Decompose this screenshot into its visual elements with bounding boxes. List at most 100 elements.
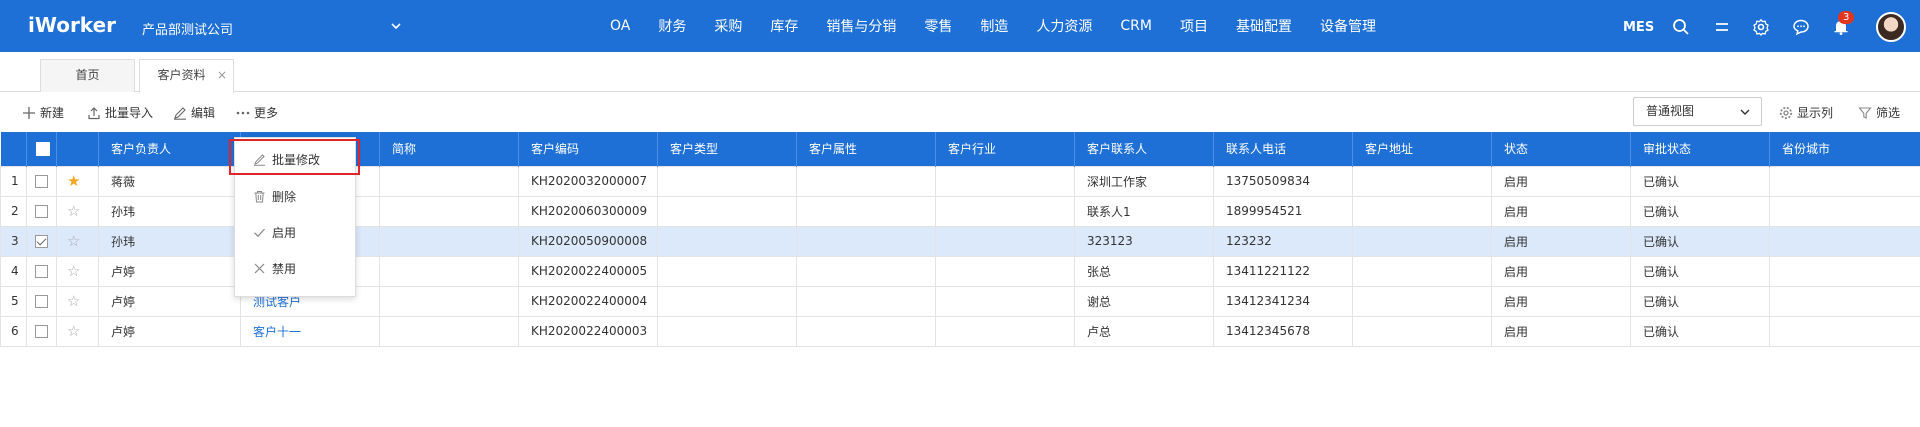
trash-icon: [254, 190, 265, 202]
gear-icon[interactable]: [1752, 18, 1770, 36]
cell-contact: 谢总: [1074, 285, 1214, 317]
star-icon[interactable]: ☆: [67, 262, 80, 280]
column-header[interactable]: 客户类型: [657, 132, 797, 166]
cell-empty: [1352, 195, 1492, 227]
star-icon[interactable]: ★: [67, 172, 80, 190]
column-header[interactable]: 省份城市: [1769, 132, 1920, 166]
column-header[interactable]: 简称: [379, 132, 519, 166]
batch-import-label: 批量导入: [105, 106, 154, 120]
cell-empty: [796, 285, 936, 317]
more-button[interactable]: 更多: [236, 104, 278, 121]
company-selector-label[interactable]: 产品部测试公司: [142, 19, 233, 38]
close-icon[interactable]: ×: [217, 60, 227, 91]
mes-link[interactable]: MES: [1623, 20, 1654, 35]
nav-item[interactable]: 零售: [910, 16, 966, 36]
cell-empty: [657, 255, 797, 287]
cell-empty: [1769, 285, 1920, 317]
tab-home[interactable]: 首页: [40, 59, 135, 92]
chevron-down-icon[interactable]: [390, 20, 402, 32]
column-header[interactable]: 客户行业: [935, 132, 1075, 166]
select-all-checkbox[interactable]: [36, 142, 50, 156]
menu-item-enable[interactable]: 启用: [235, 217, 355, 247]
star-icon[interactable]: ☆: [67, 292, 80, 310]
row-number: 1: [0, 165, 27, 197]
nav-item[interactable]: 库存: [756, 16, 812, 36]
cell-empty: [1352, 285, 1492, 317]
nav-item[interactable]: CRM: [1106, 18, 1166, 34]
select-all-header: [26, 132, 57, 166]
nav-item[interactable]: 基础配置: [1222, 16, 1306, 36]
cell-empty: [379, 165, 519, 197]
cell-empty: [379, 195, 519, 227]
customer-name-link[interactable]: 客户十一: [253, 325, 301, 339]
column-header[interactable]: 客户地址: [1352, 132, 1492, 166]
app-logo[interactable]: iWorker: [28, 13, 116, 37]
import-icon: [88, 106, 100, 119]
batch-import-button[interactable]: 批量导入: [87, 104, 153, 121]
row-checkbox[interactable]: [35, 265, 48, 278]
row-checkbox[interactable]: [35, 325, 48, 338]
nav-item[interactable]: 设备管理: [1306, 16, 1390, 36]
cell-empty: [935, 195, 1075, 227]
view-select[interactable]: 普通视图: [1633, 97, 1762, 126]
display-columns-button[interactable]: 显示列: [1779, 104, 1833, 121]
menu-item-delete[interactable]: 删除: [235, 181, 355, 211]
toolbar: 新建 批量导入 编辑 更多 显示列 筛选: [0, 92, 1920, 132]
cell-owner: 孙玮: [98, 195, 241, 227]
column-header[interactable]: 客户属性: [796, 132, 936, 166]
cell-empty: [796, 195, 936, 227]
column-header[interactable]: 客户编码: [518, 132, 658, 166]
row-checkbox[interactable]: [35, 235, 48, 248]
filter-button[interactable]: 筛选: [1858, 104, 1900, 121]
menu-item-disable[interactable]: 禁用: [235, 253, 355, 283]
column-header[interactable]: 状态: [1491, 132, 1631, 166]
cell-code: KH2020022400005: [518, 255, 658, 287]
row-checkbox[interactable]: [35, 205, 48, 218]
nav-item[interactable]: 人力资源: [1022, 16, 1106, 36]
row-checkbox[interactable]: [35, 175, 48, 188]
menu-icon[interactable]: [1713, 18, 1731, 36]
star-icon[interactable]: ☆: [67, 202, 80, 220]
nav-item[interactable]: 制造: [966, 16, 1022, 36]
star-header: [56, 132, 99, 166]
edit-button[interactable]: 编辑: [173, 104, 215, 121]
cell-empty: [796, 165, 936, 197]
row-checkbox-cell: [26, 315, 57, 347]
nav-item[interactable]: 采购: [700, 16, 756, 36]
cell-empty: [379, 285, 519, 317]
cell-phone: 123232: [1213, 225, 1353, 257]
star-icon[interactable]: ☆: [67, 322, 80, 340]
star-icon[interactable]: ☆: [67, 232, 80, 250]
cell-empty: [657, 225, 797, 257]
star-cell: ★: [56, 165, 99, 197]
column-header[interactable]: 客户负责人: [98, 132, 241, 166]
nav-item[interactable]: OA: [596, 18, 644, 34]
view-select-value: 普通视图: [1646, 104, 1695, 118]
cell-contact: 323123: [1074, 225, 1214, 257]
tab-customer-info[interactable]: 客户资料 ×: [139, 59, 234, 93]
table-row[interactable]: 6 ☆ 卢婷 客户十一 KH2020022400003 卢总 13412345678 启用 已确…: [0, 315, 1920, 347]
cell-contact: 卢总: [1074, 315, 1214, 347]
star-cell: ☆: [56, 315, 99, 347]
column-header[interactable]: 审批状态: [1630, 132, 1770, 166]
cell-empty: [379, 255, 519, 287]
chat-icon[interactable]: [1792, 18, 1810, 36]
cell-code: KH2020022400003: [518, 315, 658, 347]
row-checkbox[interactable]: [35, 295, 48, 308]
star-cell: ☆: [56, 195, 99, 227]
column-header[interactable]: 客户联系人: [1074, 132, 1214, 166]
tab-label: 首页: [75, 68, 100, 82]
search-icon[interactable]: [1672, 18, 1690, 36]
nav-item[interactable]: 销售与分销: [812, 16, 910, 36]
new-button[interactable]: 新建: [22, 104, 64, 121]
avatar[interactable]: [1876, 12, 1906, 42]
edit-button-label: 编辑: [191, 106, 216, 120]
x-icon: [254, 263, 265, 273]
column-header[interactable]: 联系人电话: [1213, 132, 1353, 166]
cell-name: 客户十一: [240, 315, 380, 347]
cell-empty: [796, 315, 936, 347]
nav-item[interactable]: 项目: [1166, 16, 1222, 36]
cell-empty: [1769, 225, 1920, 257]
cell-approval: 已确认: [1630, 165, 1770, 197]
nav-item[interactable]: 财务: [644, 16, 700, 36]
